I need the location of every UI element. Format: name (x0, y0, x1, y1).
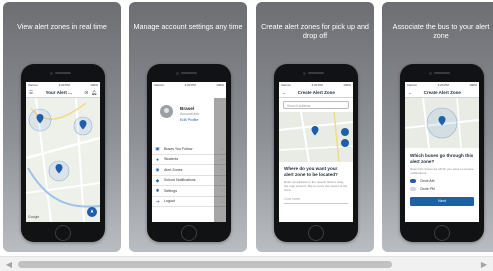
nav-title: Your Alert ... (45, 90, 72, 95)
phone-frame: Verizon 4:20 PM 100% ← Create Alert Zone (400, 64, 484, 242)
bottom-sheet: Where do you want your alert zone to be … (279, 162, 353, 222)
status-carrier: Verizon (407, 83, 418, 87)
logout-icon: ⇥ (155, 198, 160, 204)
students-icon: ● (156, 156, 159, 162)
avatar (160, 105, 173, 118)
panel-caption: Manage account settings any time (133, 22, 243, 31)
map-attribution: Google (28, 215, 40, 219)
screenshot-panel-alert-zones[interactable]: View alert zones in real time Verizon 4:… (3, 2, 121, 252)
home-button (181, 225, 197, 241)
sheet-title: Where do you want your alert zone to be … (284, 166, 338, 177)
nav-bar: ☰ Your Alert ... ✉ 🔔︎ (26, 88, 100, 98)
bell-icon[interactable]: 🔔︎ (91, 90, 97, 96)
nav-bar: ← Create Alert Zone (405, 88, 479, 98)
toggle-on-icon[interactable] (410, 179, 416, 184)
edit-profile-link[interactable]: Edit Profile (180, 118, 198, 122)
nav-title: Create Alert Zone (423, 90, 461, 95)
bus-icon: ▣ (155, 146, 160, 152)
phone-speaker (308, 72, 324, 74)
menu-item-label: Logout (164, 199, 175, 204)
gear-icon: ✱ (155, 188, 160, 194)
profile-name: Brasel (180, 106, 195, 111)
scroll-left-arrow-icon[interactable]: ◀ (2, 258, 16, 271)
panel-caption: Associate the bus to your alert zone (392, 22, 490, 40)
phone-speaker (434, 72, 450, 74)
menu-item-label: Students (164, 157, 179, 162)
toggle-off-icon[interactable] (410, 187, 416, 192)
sheet-description: Enter an address in the search field or … (284, 180, 348, 193)
menu-item-label: Alert Zones (164, 167, 183, 172)
status-battery: 100% (343, 83, 351, 87)
phone-speaker (181, 72, 197, 74)
map-view[interactable] (279, 112, 353, 162)
phone-camera (176, 71, 179, 75)
locate-button (341, 128, 349, 136)
zoom-button (341, 139, 349, 147)
bell-icon: ◆ (155, 177, 160, 183)
phone-frame: Verizon 4:20 PM 100% ← Create Alert Zone… (274, 64, 358, 242)
menu-item-label: Buses You Follow (164, 146, 193, 151)
bus-option-2[interactable]: Circle PM (410, 187, 474, 192)
status-bar: Verizon 4:20 PM 100% (152, 82, 226, 88)
status-battery: 100% (216, 83, 224, 87)
status-time: 4:20 PM (184, 83, 196, 87)
phone-speaker (55, 72, 71, 74)
screenshot-panel-associate-bus[interactable]: Associate the bus to your alert zone Ver… (382, 2, 493, 252)
map-view[interactable]: Google (26, 98, 100, 222)
map-graphics (26, 98, 100, 222)
menu-item-label: Settings (164, 188, 177, 193)
bottom-sheet: Which buses go through this alert zone? … (405, 148, 479, 222)
profile-subtitle: Account info (180, 112, 200, 116)
map-view[interactable] (405, 98, 479, 148)
map-graphics (405, 98, 479, 148)
home-button (308, 225, 324, 241)
zone-name-field[interactable]: Zone name (284, 197, 348, 204)
phone-camera (50, 71, 53, 75)
pin-icon: ◉ (155, 167, 160, 173)
map-graphics (279, 112, 353, 162)
screenshot-panel-account[interactable]: Manage account settings any time Verizon… (129, 2, 247, 252)
search-input[interactable]: Search address (283, 101, 349, 109)
sheet-title: Which buses go through this alert zone? (410, 153, 474, 164)
home-button (434, 225, 450, 241)
nav-bar: ← Create Alert Zone (279, 88, 353, 98)
phone-screen: Verizon 4:20 PM 100% ☰ Your Alert ... ✉ … (26, 82, 100, 222)
mail-icon[interactable]: ✉ (85, 90, 89, 96)
phone-camera (303, 71, 306, 75)
status-carrier: Verizon (281, 83, 292, 87)
home-button (55, 225, 71, 241)
panel-caption: View alert zones in real time (17, 22, 107, 31)
panel-caption: Create alert zones for pick up and drop … (261, 22, 369, 40)
phone-frame: Verizon 4:20 PM 100% ☰ Your Alert ... ✉ … (21, 64, 105, 242)
scrollbar-thumb[interactable] (18, 261, 392, 268)
nav-title: Create Alert Zone (297, 90, 335, 95)
screenshot-panel-create-zone[interactable]: Create alert zones for pick up and drop … (256, 2, 374, 252)
horizontal-scrollbar[interactable]: ◀ ▶ (0, 256, 493, 271)
phone-screen: Verizon 4:20 PM 100% Brasel Account info… (152, 82, 226, 222)
status-battery: 100% (90, 83, 98, 87)
screenshot-gallery: View alert zones in real time Verizon 4:… (0, 0, 493, 253)
status-carrier: Verizon (28, 83, 39, 87)
bus-option-1[interactable]: Circle AM (410, 179, 474, 184)
menu-item-label: School Notifications (164, 178, 196, 183)
sheet-description: Select the buses for which you want to r… (410, 167, 474, 176)
phone-screen: Verizon 4:20 PM 100% ← Create Alert Zone… (279, 82, 353, 222)
scroll-right-arrow-icon[interactable]: ▶ (477, 258, 491, 271)
status-time: 4:20 PM (58, 83, 70, 87)
status-carrier: Verizon (154, 83, 165, 87)
menu-overlay-shade[interactable] (214, 98, 226, 222)
bus-option-label: Circle AM (420, 179, 435, 184)
phone-camera (429, 71, 432, 75)
status-battery: 100% (469, 83, 477, 87)
phone-screen: Verizon 4:20 PM 100% ← Create Alert Zone (405, 82, 479, 222)
status-time: 4:20 PM (311, 83, 323, 87)
bus-option-label: Circle PM (420, 187, 435, 192)
status-time: 4:20 PM (437, 83, 449, 87)
phone-frame: Verizon 4:20 PM 100% Brasel Account info… (147, 64, 231, 242)
next-button[interactable]: Next (410, 197, 474, 207)
